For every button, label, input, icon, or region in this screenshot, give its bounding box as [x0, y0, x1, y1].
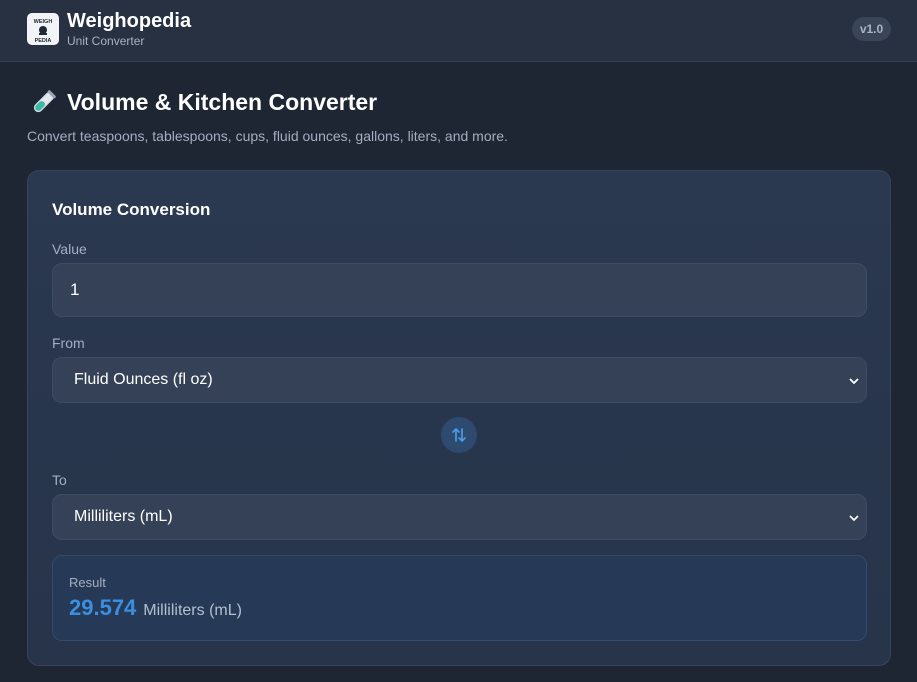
swap-units-button[interactable]: [441, 417, 477, 453]
result-unit: Milliliters (mL): [143, 602, 242, 619]
app-title[interactable]: Weighopedia: [67, 10, 191, 33]
from-label: From: [52, 335, 85, 351]
to-unit-select[interactable]: Milliliters (mL): [52, 494, 867, 540]
weighopedia-logo[interactable]: WEIGH PEDIA: [27, 13, 59, 45]
page-description: Convert teaspoons, tablespoons, cups, fl…: [27, 128, 508, 144]
version-badge: v1.0: [852, 17, 891, 41]
volume-conversion-card: Volume Conversion Value From Fluid Ounce…: [27, 170, 891, 666]
logo-text-top: WEIGH: [34, 19, 53, 25]
card-title: Volume Conversion: [52, 200, 211, 219]
chevron-down-icon: [849, 515, 859, 521]
result-value: 29.574: [69, 595, 137, 620]
page-heading: Volume & Kitchen Converter: [30, 86, 377, 118]
value-input[interactable]: [52, 263, 867, 317]
from-unit-value: Fluid Ounces (fl oz): [74, 371, 213, 388]
chevron-down-icon: [849, 378, 859, 384]
scale-logo-icon: WEIGH PEDIA: [34, 19, 53, 44]
swap-arrows-icon: [452, 428, 466, 442]
result-panel: Result 29.574 Milliliters (mL): [52, 555, 867, 641]
page-title: Volume & Kitchen Converter: [67, 88, 378, 115]
to-label: To: [52, 472, 67, 488]
result-line: 29.574 Milliliters (mL): [69, 595, 242, 621]
result-label: Result: [69, 575, 106, 590]
value-label: Value: [52, 241, 87, 257]
to-unit-value: Milliliters (mL): [74, 508, 173, 525]
from-unit-select[interactable]: Fluid Ounces (fl oz): [52, 357, 867, 403]
logo-text-bottom: PEDIA: [35, 38, 52, 44]
test-tube-icon: [33, 90, 56, 113]
app-subtitle: Unit Converter: [67, 34, 145, 48]
app-header: WEIGH PEDIA Weighopedia Unit Converter v…: [0, 0, 917, 62]
